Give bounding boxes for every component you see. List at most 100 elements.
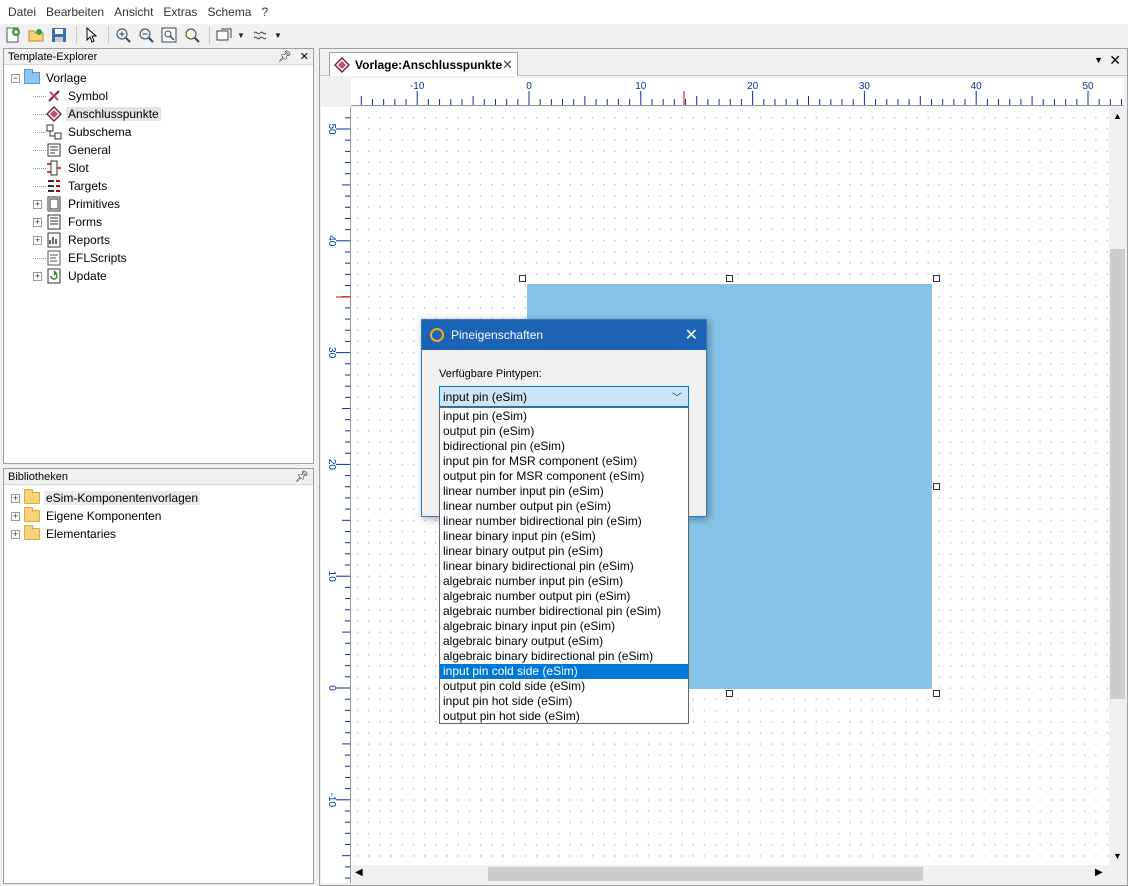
pointer-icon[interactable] xyxy=(81,25,101,45)
menu-item-bearbeiten[interactable]: Bearbeiten xyxy=(41,5,109,19)
chevron-down-icon[interactable]: ▼ xyxy=(274,31,282,40)
expand-icon[interactable]: + xyxy=(11,529,20,539)
dialog-title: Pineigenschaften xyxy=(451,328,544,342)
pin-type-option[interactable]: input pin for MSR component (eSim) xyxy=(440,454,688,469)
pin-type-option[interactable]: output pin for MSR component (eSim) xyxy=(440,469,688,484)
pin-type-option[interactable]: linear number input pin (eSim) xyxy=(440,484,688,499)
close-icon[interactable]: ✕ xyxy=(300,50,309,63)
pin-type-option[interactable]: algebraic binary input pin (eSim) xyxy=(440,619,688,634)
scroll-right-icon[interactable]: ▶ xyxy=(1095,867,1103,878)
pin-type-option[interactable]: linear number output pin (eSim) xyxy=(440,499,688,514)
pin-type-option[interactable]: algebraic number bidirectional pin (eSim… xyxy=(440,604,688,619)
menu-item-schema[interactable]: Schema xyxy=(202,5,256,19)
open-icon[interactable] xyxy=(26,25,46,45)
menu-item-ansicht[interactable]: Ansicht xyxy=(109,5,158,19)
new-icon[interactable] xyxy=(3,25,23,45)
menu-item-extras[interactable]: Extras xyxy=(158,5,202,19)
pin-type-option[interactable]: algebraic binary output (eSim) xyxy=(440,634,688,649)
pin-type-option[interactable]: algebraic number input pin (eSim) xyxy=(440,574,688,589)
zoom-in-icon[interactable] xyxy=(113,25,133,45)
tree-item-targets[interactable]: Targets xyxy=(4,177,313,195)
subschema-icon xyxy=(46,124,62,140)
pin-type-option[interactable]: bidirectional pin (eSim) xyxy=(440,439,688,454)
folder-icon xyxy=(24,507,40,524)
close-icon[interactable]: ✕ xyxy=(685,325,698,345)
ruler-label: 50 xyxy=(326,123,337,135)
zoom-out-icon[interactable] xyxy=(136,25,156,45)
tree-item-label: Targets xyxy=(68,179,108,193)
ruler-label: 0 xyxy=(526,81,532,92)
pin-type-option[interactable]: input pin hot side (eSim) xyxy=(440,694,688,709)
expand-icon[interactable]: + xyxy=(33,235,42,245)
scroll-up-icon[interactable]: ▲ xyxy=(1113,111,1122,121)
expand-icon[interactable]: + xyxy=(33,271,42,281)
pin-type-select[interactable]: input pin (eSim) ﹀ xyxy=(439,386,689,407)
waveform-tool-icon[interactable] xyxy=(251,25,271,45)
pin-type-option[interactable]: linear binary input pin (eSim) xyxy=(440,529,688,544)
tree-root-vorlage[interactable]: − Vorlage xyxy=(4,69,313,87)
tree-item-forms[interactable]: + Forms xyxy=(4,213,313,231)
pin-type-option[interactable]: algebraic binary bidirectional pin (eSim… xyxy=(440,649,688,664)
resize-handle[interactable] xyxy=(726,275,733,282)
expand-icon[interactable]: + xyxy=(33,217,42,227)
scroll-thumb[interactable] xyxy=(488,867,923,881)
pins-icon xyxy=(46,106,62,122)
panel-title: Template-Explorer xyxy=(8,50,98,63)
slot-icon xyxy=(46,160,62,176)
tree-item-reports[interactable]: + Reports xyxy=(4,231,313,249)
tree-item-eflscripts[interactable]: EFLScripts xyxy=(4,249,313,267)
shape-tool-icon[interactable] xyxy=(214,25,234,45)
library-item[interactable]: + Eigene Komponenten xyxy=(4,507,313,525)
scroll-thumb[interactable] xyxy=(1110,249,1125,699)
resize-handle[interactable] xyxy=(726,690,733,697)
scroll-down-icon[interactable]: ▼ xyxy=(1113,851,1122,861)
zoom-fit-icon[interactable] xyxy=(159,25,179,45)
tree-item-primitives[interactable]: + Primitives xyxy=(4,195,313,213)
forms-icon xyxy=(46,214,62,230)
tab-anschlusspunkte[interactable]: Vorlage:Anschlusspunkte ✕ xyxy=(329,52,518,76)
pin-type-option[interactable]: linear binary output pin (eSim) xyxy=(440,544,688,559)
pin-icon[interactable]: 📌︎ xyxy=(295,470,309,483)
library-item[interactable]: + Elementaries xyxy=(4,525,313,543)
tree-item-symbol[interactable]: Symbol xyxy=(4,87,313,105)
pin-type-dropdown-list[interactable]: input pin (eSim) output pin (eSim) bidirec… xyxy=(439,407,689,724)
close-icon[interactable]: ✕ xyxy=(502,57,513,73)
menu-item-datei[interactable]: Datei xyxy=(3,5,41,19)
resize-handle[interactable] xyxy=(519,275,526,282)
expand-icon[interactable]: + xyxy=(11,511,20,521)
pin-type-option[interactable]: linear binary bidirectional pin (eSim) xyxy=(440,559,688,574)
chevron-down-icon[interactable]: ▼ xyxy=(237,31,245,40)
expand-icon[interactable]: + xyxy=(11,493,20,503)
pin-type-option[interactable]: input pin cold side (eSim) xyxy=(440,664,688,679)
targets-icon xyxy=(46,178,62,194)
library-item[interactable]: + eSim-Komponentenvorlagen xyxy=(4,489,313,507)
tree-item-slot[interactable]: Slot xyxy=(4,159,313,177)
tree-item-label: Vorlage xyxy=(46,71,87,85)
scroll-left-icon[interactable]: ◀ xyxy=(355,867,363,878)
resize-handle[interactable] xyxy=(933,275,940,282)
horizontal-scrollbar[interactable]: ◀ ▶ xyxy=(351,865,1109,883)
zoom-icon[interactable] xyxy=(182,25,202,45)
expand-icon[interactable]: + xyxy=(33,199,42,209)
tab-list-icon[interactable]: ▼ xyxy=(1094,55,1103,65)
ruler-label: 10 xyxy=(635,81,647,92)
vertical-scrollbar[interactable]: ▲ ▼ xyxy=(1109,107,1126,865)
pin-type-option[interactable]: input pin (eSim) xyxy=(440,409,688,424)
tree-item-anschlusspunkte[interactable]: Anschlusspunkte xyxy=(4,105,313,123)
save-icon[interactable] xyxy=(49,25,69,45)
close-document-icon[interactable]: ✕ xyxy=(1109,52,1121,69)
chevron-down-icon[interactable]: ﹀ xyxy=(672,389,682,404)
tree-item-general[interactable]: General xyxy=(4,141,313,159)
pin-type-option[interactable]: linear number bidirectional pin (eSim) xyxy=(440,514,688,529)
pin-type-option[interactable]: output pin cold side (eSim) xyxy=(440,679,688,694)
resize-handle[interactable] xyxy=(933,690,940,697)
pin-type-option[interactable]: algebraic number output pin (eSim) xyxy=(440,589,688,604)
tree-item-subschema[interactable]: Subschema xyxy=(4,123,313,141)
menu-item-help[interactable]: ? xyxy=(256,5,273,19)
pin-type-option[interactable]: output pin (eSim) xyxy=(440,424,688,439)
resize-handle[interactable] xyxy=(933,483,940,490)
collapse-icon[interactable]: − xyxy=(11,73,20,83)
pin-type-option[interactable]: output pin hot side (eSim) xyxy=(440,709,688,724)
pin-icon[interactable]: 📌︎ xyxy=(278,50,292,63)
tree-item-update[interactable]: + Update xyxy=(4,267,313,285)
